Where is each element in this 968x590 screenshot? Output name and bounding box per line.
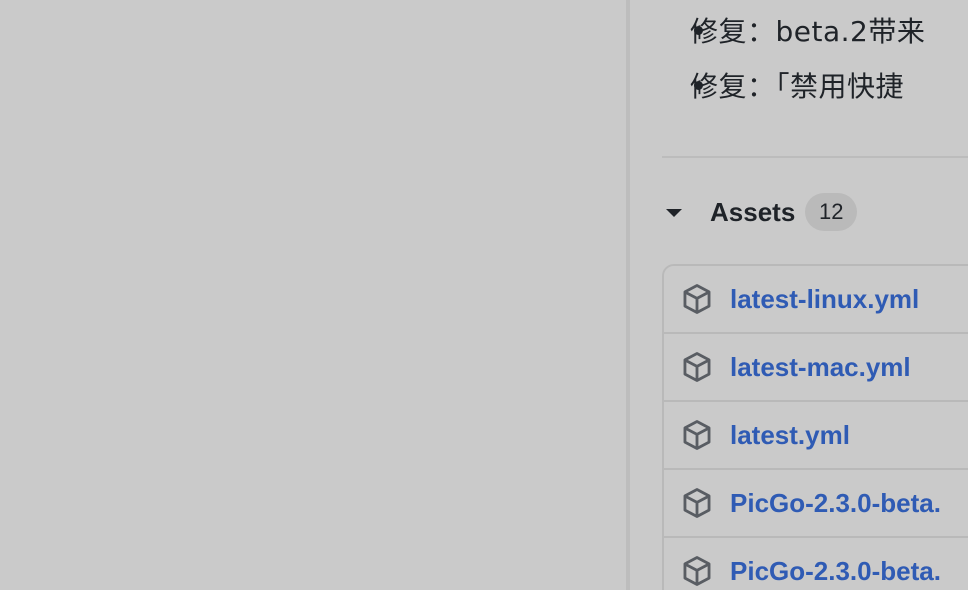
release-panel: 修复：beta.2带来 修复：「禁用快捷 Assets 12 latest-li…: [630, 0, 968, 590]
package-icon: [683, 488, 711, 518]
asset-link-latest-mac[interactable]: latest-mac.yml: [730, 352, 911, 383]
section-divider: [662, 156, 968, 158]
assets-toggle[interactable]: Assets 12: [666, 190, 966, 234]
asset-row: PicGo-2.3.0-beta.: [664, 538, 968, 590]
release-note-item: 修复：「禁用快捷: [690, 70, 905, 103]
package-icon: [683, 420, 711, 450]
release-note-item: 修复：beta.2带来: [690, 15, 926, 48]
package-icon: [683, 352, 711, 382]
backdrop-overlay: [0, 0, 626, 590]
asset-row: PicGo-2.3.0-beta.: [664, 470, 968, 538]
package-icon: [683, 284, 711, 314]
asset-row: latest.yml: [664, 402, 968, 470]
asset-link-picgo-beta-1[interactable]: PicGo-2.3.0-beta.: [730, 488, 941, 519]
asset-row: latest-linux.yml: [664, 266, 968, 334]
assets-count-badge: 12: [805, 193, 858, 231]
caret-down-icon: [666, 209, 682, 217]
asset-link-latest-linux[interactable]: latest-linux.yml: [730, 284, 919, 315]
asset-row: latest-mac.yml: [664, 334, 968, 402]
asset-list: latest-linux.yml latest-mac.yml latest.y…: [662, 264, 968, 590]
asset-link-latest[interactable]: latest.yml: [730, 420, 850, 451]
package-icon: [683, 556, 711, 586]
asset-link-picgo-beta-2[interactable]: PicGo-2.3.0-beta.: [730, 556, 941, 587]
assets-title: Assets: [710, 196, 796, 227]
